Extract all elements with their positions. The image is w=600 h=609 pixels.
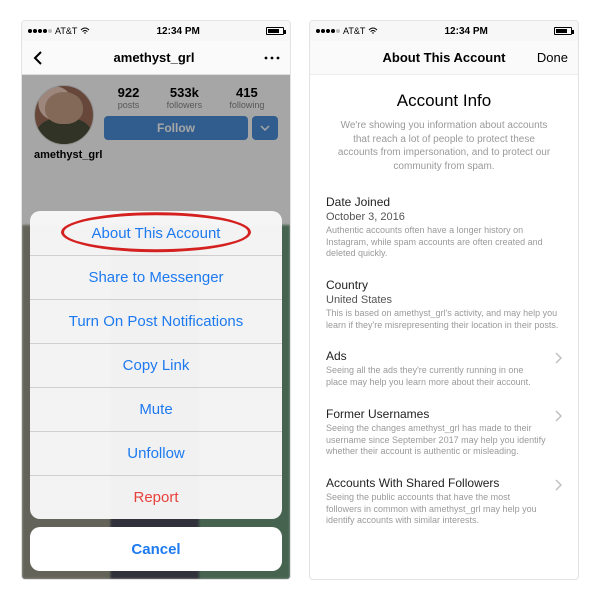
about-nav-title: About This Account	[382, 50, 505, 65]
wifi-icon	[80, 27, 90, 35]
status-bar: AT&T 12:34 PM	[310, 21, 578, 41]
chevron-right-icon	[555, 407, 562, 427]
back-icon[interactable]	[32, 50, 44, 66]
sheet-mute[interactable]: Mute	[30, 387, 282, 431]
clock: 12:34 PM	[444, 26, 487, 37]
info-ads-row[interactable]: Ads Seeing all the ads they're currently…	[326, 349, 562, 388]
profile-nav: amethyst_grl	[22, 41, 290, 75]
chevron-right-icon	[555, 476, 562, 496]
account-info-header: Account Info	[326, 91, 562, 111]
sheet-cancel[interactable]: Cancel	[30, 527, 282, 571]
sheet-about-account[interactable]: About This Account	[30, 211, 282, 255]
sheet-copy-link[interactable]: Copy Link	[30, 343, 282, 387]
status-bar: AT&T 12:34 PM	[22, 21, 290, 41]
sheet-report[interactable]: Report	[30, 475, 282, 519]
phone-profile: AT&T 12:34 PM amethyst_grl	[21, 20, 291, 580]
done-button[interactable]: Done	[537, 50, 568, 65]
profile-title: amethyst_grl	[114, 50, 195, 65]
info-date-joined: Date Joined October 3, 2016 Authentic ac…	[326, 195, 562, 260]
clock: 12:34 PM	[156, 26, 199, 37]
action-sheet: About This Account Share to Messenger Tu…	[30, 211, 282, 571]
carrier-label: AT&T	[343, 26, 365, 36]
battery-icon	[554, 27, 572, 35]
sheet-post-notifications[interactable]: Turn On Post Notifications	[30, 299, 282, 343]
phone-about: AT&T 12:34 PM About This Account Done Ac…	[309, 20, 579, 580]
info-shared-followers-row[interactable]: Accounts With Shared Followers Seeing th…	[326, 476, 562, 527]
carrier-label: AT&T	[55, 26, 77, 36]
info-country: Country United States This is based on a…	[326, 278, 562, 331]
chevron-right-icon	[555, 349, 562, 369]
more-icon[interactable]	[264, 56, 280, 60]
sheet-unfollow[interactable]: Unfollow	[30, 431, 282, 475]
info-former-usernames-row[interactable]: Former Usernames Seeing the changes amet…	[326, 407, 562, 458]
about-nav: About This Account Done	[310, 41, 578, 75]
battery-icon	[266, 27, 284, 35]
account-info-subtitle: We're showing you information about acco…	[326, 119, 562, 173]
wifi-icon	[368, 27, 378, 35]
sheet-share-messenger[interactable]: Share to Messenger	[30, 255, 282, 299]
